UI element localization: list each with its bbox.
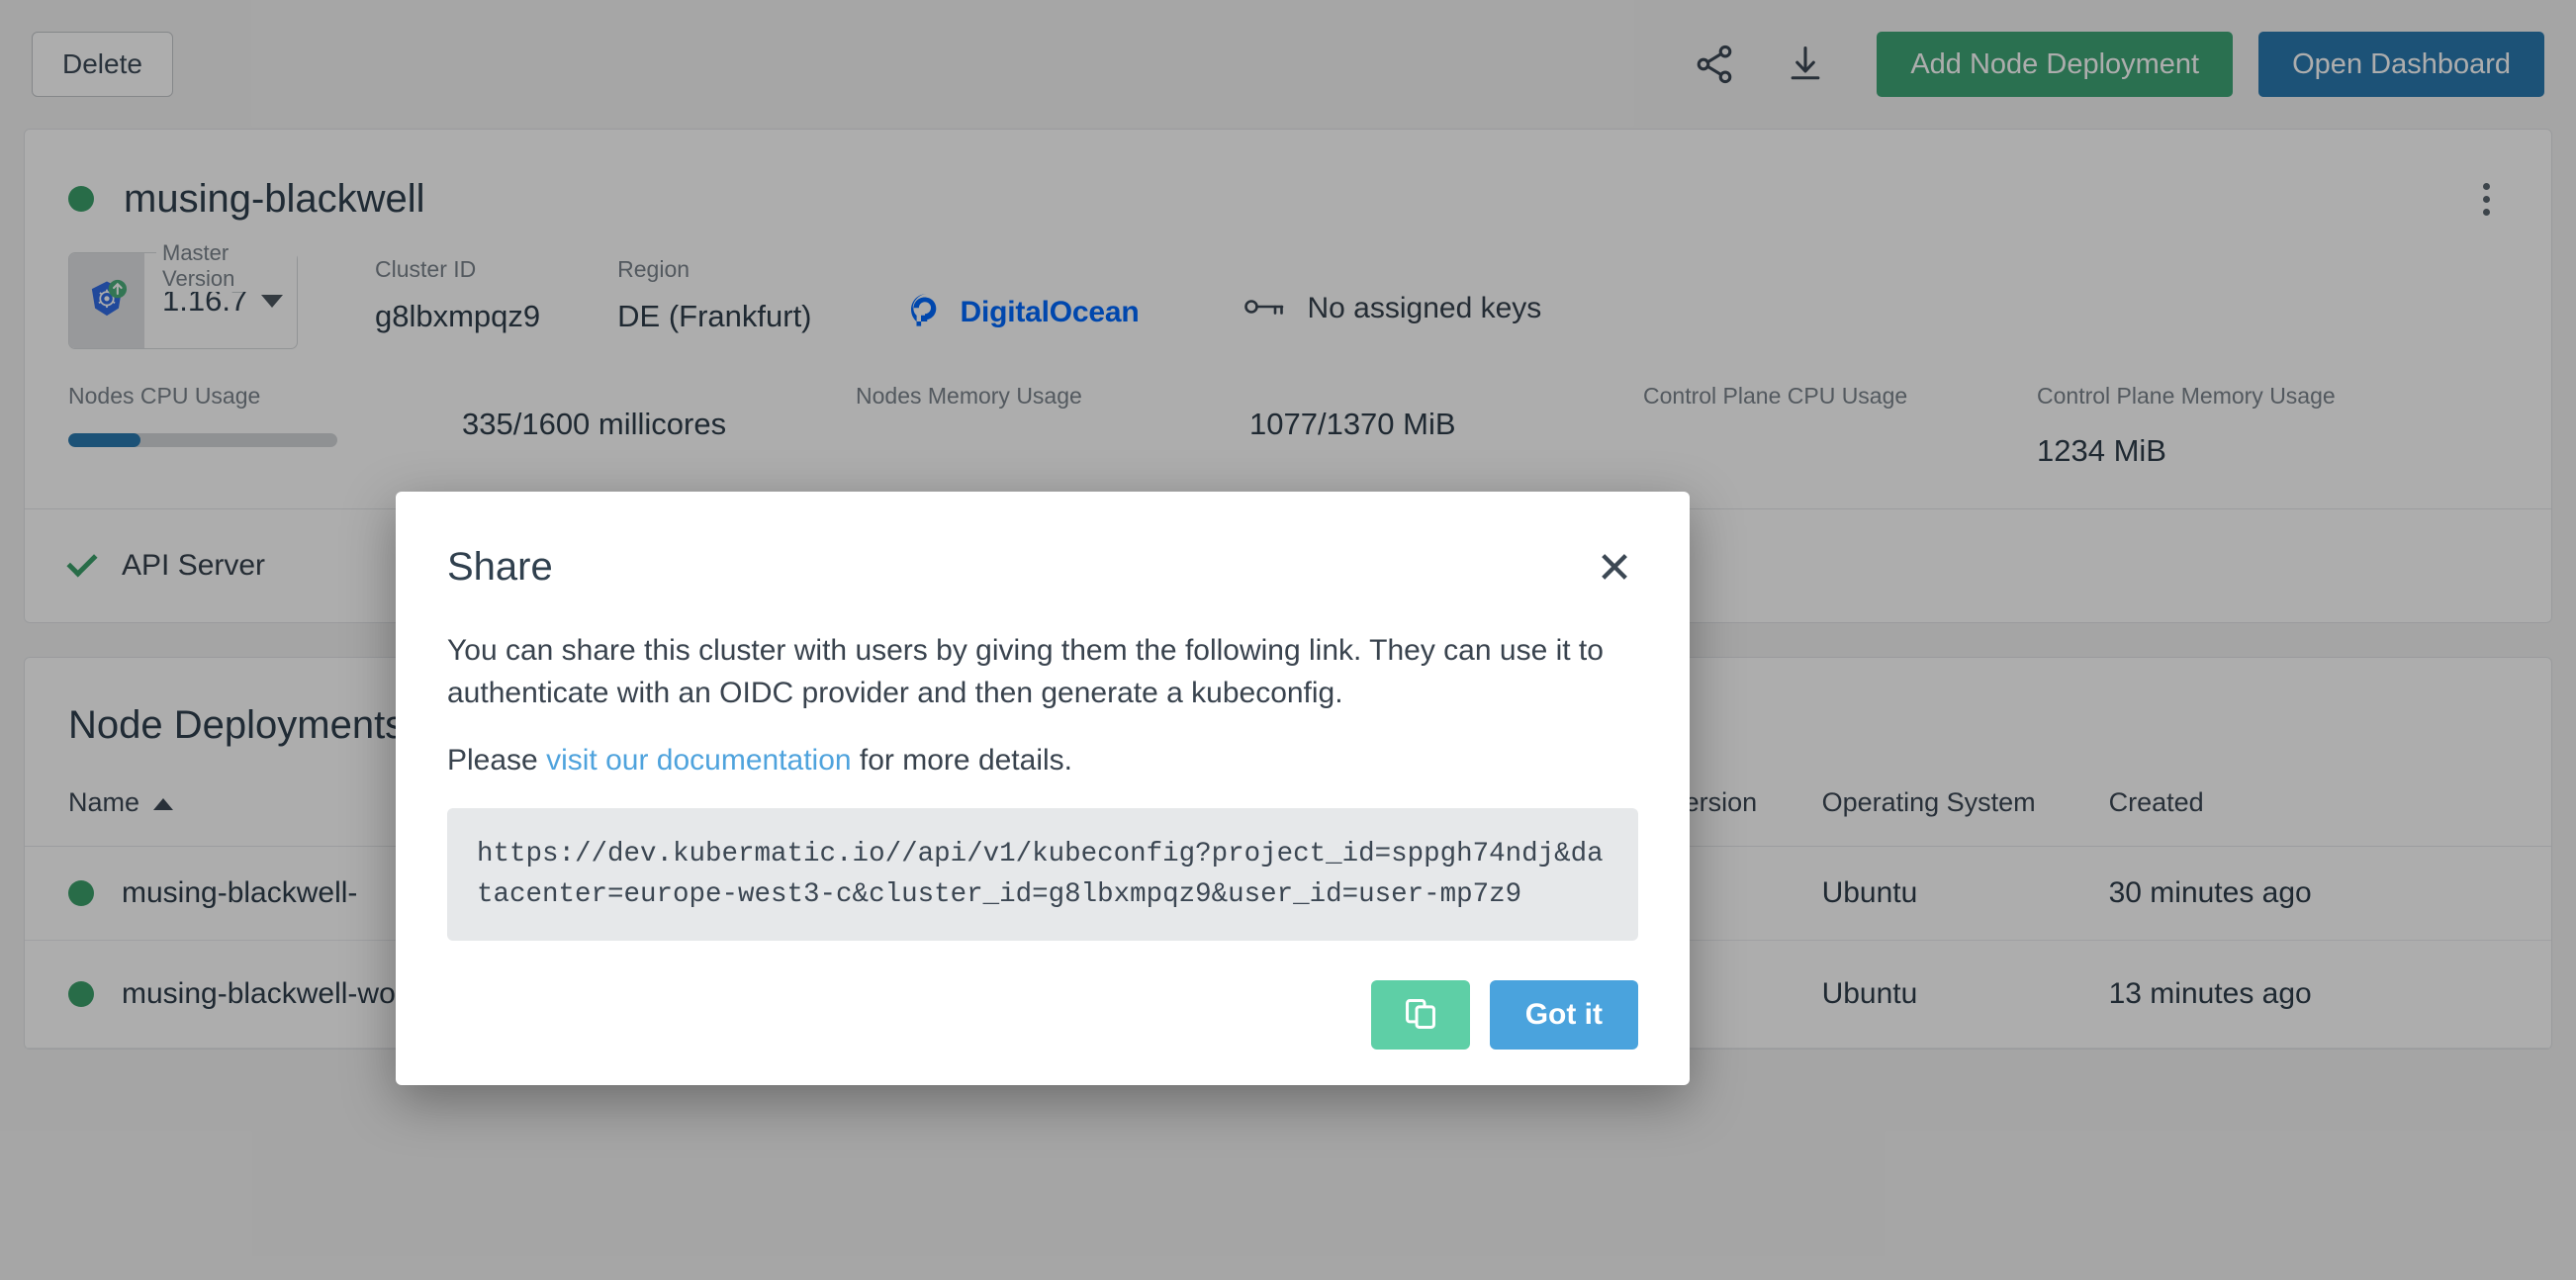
share-dialog-doc-line: Please visit our documentation for more … xyxy=(447,740,1638,782)
doc-line-prefix: Please xyxy=(447,744,547,777)
share-url-box[interactable]: https://dev.kubermatic.io//api/v1/kubeco… xyxy=(447,807,1638,942)
doc-line-suffix: for more details. xyxy=(851,744,1072,777)
documentation-link[interactable]: visit our documentation xyxy=(546,744,852,777)
share-dialog-title: Share xyxy=(447,545,553,589)
share-dialog-description: You can share this cluster with users by… xyxy=(447,634,1604,709)
share-dialog-actions: Got it xyxy=(447,980,1638,1051)
share-dialog-header: Share ✕ xyxy=(447,531,1638,593)
share-dialog: Share ✕ You can share this cluster with … xyxy=(396,492,1690,1086)
share-url-text: https://dev.kubermatic.io//api/v1/kubeco… xyxy=(477,838,1604,911)
copy-icon xyxy=(1402,995,1439,1036)
copy-button[interactable] xyxy=(1370,980,1470,1051)
close-icon[interactable]: ✕ xyxy=(1591,545,1638,593)
got-it-button[interactable]: Got it xyxy=(1489,980,1638,1051)
